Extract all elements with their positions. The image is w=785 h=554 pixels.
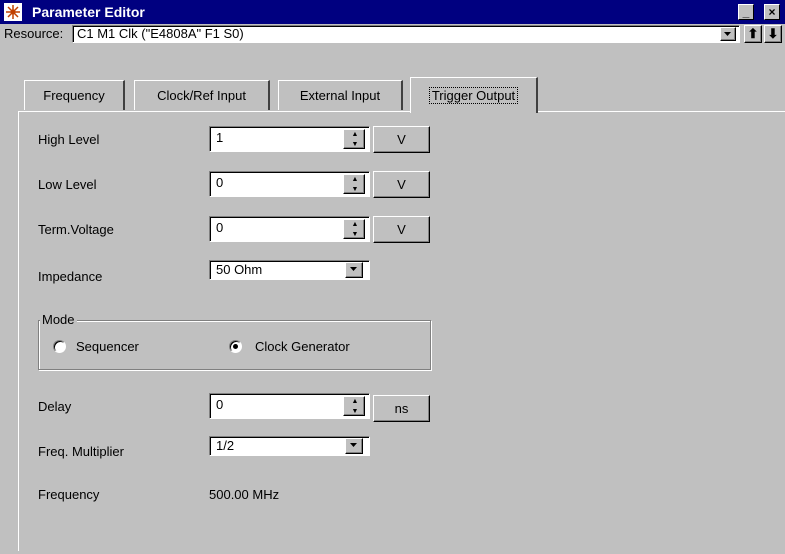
title-bar: Parameter Editor _ × <box>0 0 785 24</box>
chevron-down-icon <box>724 32 731 36</box>
unit-label: ns <box>394 401 409 416</box>
freq-multiplier-label: Freq. Multiplier <box>38 444 124 459</box>
frequency-value: 500.00 MHz <box>209 487 280 502</box>
mode-group-title: Mode <box>40 312 77 328</box>
delay-spinner[interactable]: ▲ ▼ <box>343 396 365 416</box>
delay-unit-button[interactable]: ns <box>373 395 430 422</box>
resource-down-button[interactable]: ⬇ <box>764 25 782 43</box>
tab-external-input[interactable]: External Input <box>278 80 403 110</box>
tab-label: Clock/Ref Input <box>157 88 246 103</box>
spin-up-icon[interactable]: ▲ <box>344 130 366 140</box>
resource-up-button[interactable]: ⬆ <box>744 25 762 43</box>
spin-up-icon[interactable]: ▲ <box>344 175 366 185</box>
spin-down-icon[interactable]: ▼ <box>344 230 366 240</box>
term-voltage-spinner[interactable]: ▲ ▼ <box>343 219 365 239</box>
impedance-value: 50 Ohm <box>216 262 263 277</box>
delay-value: 0 <box>216 397 224 412</box>
tab-clock-ref-input[interactable]: Clock/Ref Input <box>134 80 270 110</box>
spin-down-icon[interactable]: ▼ <box>344 140 366 150</box>
freq-multiplier-value: 1/2 <box>216 438 235 453</box>
frequency-label: Frequency <box>38 487 100 502</box>
high-level-value: 1 <box>216 130 224 145</box>
unit-label: V <box>397 132 406 147</box>
arrow-up-icon: ⬆ <box>747 26 759 41</box>
tab-label: Frequency <box>43 88 105 103</box>
close-icon: × <box>768 5 776 19</box>
spin-down-icon[interactable]: ▼ <box>344 185 366 195</box>
chevron-down-icon <box>350 267 357 271</box>
spin-up-icon[interactable]: ▲ <box>344 397 366 407</box>
high-level-label: High Level <box>38 132 100 147</box>
impedance-dropdown-button[interactable] <box>345 262 363 278</box>
resource-dropdown-button[interactable] <box>720 27 736 41</box>
radio-clock-generator[interactable] <box>229 340 242 353</box>
radio-selected-dot <box>233 344 238 349</box>
minimize-button[interactable]: _ <box>738 4 754 20</box>
minimize-icon: _ <box>742 5 750 19</box>
resource-select[interactable]: C1 M1 Clk ("E4808A" F1 S0) <box>72 25 740 43</box>
resource-label: Resource: <box>4 26 64 41</box>
close-button[interactable]: × <box>764 4 780 20</box>
term-voltage-unit-button[interactable]: V <box>373 216 430 243</box>
low-level-unit-button[interactable]: V <box>373 171 430 198</box>
term-voltage-label: Term.Voltage <box>38 222 114 237</box>
low-level-spinner[interactable]: ▲ ▼ <box>343 174 365 194</box>
clock-generator-label[interactable]: Clock Generator <box>255 338 350 356</box>
chevron-down-icon <box>350 443 357 447</box>
arrow-down-icon: ⬇ <box>767 26 779 41</box>
low-level-label: Low Level <box>38 177 97 192</box>
unit-label: V <box>397 222 406 237</box>
freq-multiplier-dropdown-button[interactable] <box>345 438 363 454</box>
window-title: Parameter Editor <box>32 4 145 20</box>
tab-frequency[interactable]: Frequency <box>24 80 125 110</box>
unit-label: V <box>397 177 406 192</box>
delay-label: Delay <box>38 399 72 414</box>
resource-value: C1 M1 Clk ("E4808A" F1 S0) <box>77 26 244 41</box>
spin-up-icon[interactable]: ▲ <box>344 220 366 230</box>
app-icon <box>4 3 22 21</box>
impedance-label: Impedance <box>38 269 103 284</box>
spin-down-icon[interactable]: ▼ <box>344 407 366 417</box>
radio-sequencer[interactable] <box>53 340 66 353</box>
tab-label: External Input <box>299 88 381 103</box>
high-level-unit-button[interactable]: V <box>373 126 430 153</box>
sequencer-label[interactable]: Sequencer <box>76 338 139 356</box>
tab-label: Trigger Output <box>428 87 519 104</box>
term-voltage-value: 0 <box>216 220 224 235</box>
high-level-spinner[interactable]: ▲ ▼ <box>343 129 365 149</box>
tab-trigger-output[interactable]: Trigger Output <box>410 77 538 113</box>
low-level-value: 0 <box>216 175 224 190</box>
